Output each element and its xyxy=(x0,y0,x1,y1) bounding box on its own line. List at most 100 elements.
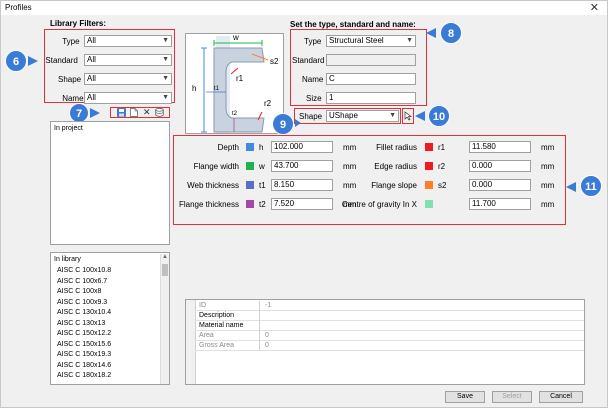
new-icon[interactable] xyxy=(130,108,138,117)
close-icon[interactable]: ✕ xyxy=(590,1,599,14)
diagram-label-h: h xyxy=(192,84,197,93)
in-project-label: In project xyxy=(54,125,83,132)
property-value[interactable]: -1 xyxy=(265,302,271,309)
badge-8: 8 xyxy=(440,22,462,44)
param-color-swatch xyxy=(425,143,433,151)
property-row: Gross Area 0 xyxy=(195,341,584,351)
param-symbol: t2 xyxy=(259,200,266,209)
standard-field[interactable] xyxy=(326,54,416,66)
type-select[interactable]: Structural Steel ▼ xyxy=(326,35,416,47)
property-separator xyxy=(259,341,260,351)
filter-label-name: Name xyxy=(62,94,84,103)
library-item[interactable]: AISC C 180x18.2 xyxy=(57,372,111,379)
filter-select-shape[interactable]: All ▼ xyxy=(84,73,172,85)
property-separator xyxy=(259,311,260,321)
param-value-field[interactable]: 0.000 xyxy=(469,160,531,172)
param-unit: mm xyxy=(541,181,555,190)
property-separator xyxy=(259,301,260,311)
filter-select-type[interactable]: All ▼ xyxy=(84,35,172,47)
chevron-down-icon: ▼ xyxy=(406,37,413,44)
library-item[interactable]: AISC C 150x12.2 xyxy=(57,330,111,337)
name-label: Name xyxy=(302,75,324,84)
param-symbol: r1 xyxy=(438,143,446,152)
filter-label-shape: Shape xyxy=(58,75,82,84)
param-value-field[interactable]: 8.150 xyxy=(271,179,333,191)
library-item[interactable]: AISC C 130x13 xyxy=(57,320,105,327)
library-item[interactable]: AISC C 100x9.3 xyxy=(57,299,107,306)
shape-select[interactable]: UShape ▼ xyxy=(326,110,399,122)
param-value-field[interactable]: 11.700 xyxy=(469,198,531,210)
chevron-down-icon: ▼ xyxy=(162,37,169,44)
save-button[interactable]: Save xyxy=(445,391,485,403)
size-label: Size xyxy=(306,94,322,103)
badge-7: 7 xyxy=(69,103,89,123)
param-symbol: t1 xyxy=(259,181,266,190)
shape-label: Shape xyxy=(299,112,323,121)
param-unit: mm xyxy=(343,181,357,190)
shape-select-value: UShape xyxy=(329,111,358,120)
param-label: Depth xyxy=(217,143,239,152)
standard-label: Standard xyxy=(292,56,325,65)
library-item[interactable]: AISC C 100x8 xyxy=(57,288,101,295)
property-row: Description xyxy=(195,311,584,321)
scrollbar-thumb[interactable] xyxy=(162,264,168,276)
param-label: Flange width xyxy=(193,162,239,171)
name-field[interactable]: C xyxy=(326,73,416,85)
property-row: ID -1 xyxy=(195,301,584,311)
property-separator xyxy=(259,321,260,331)
param-label: Web thickness xyxy=(187,181,239,190)
library-item[interactable]: AISC C 130x10.4 xyxy=(57,309,111,316)
param-label: Centre of gravity In X xyxy=(341,200,417,209)
select-button[interactable]: Select xyxy=(492,391,532,403)
badge-11-arrow xyxy=(566,182,576,192)
property-separator xyxy=(259,331,260,341)
property-key: Description xyxy=(199,312,235,319)
window-title: Profiles xyxy=(5,3,32,12)
size-field[interactable]: 1 xyxy=(326,92,416,104)
property-value[interactable]: 0 xyxy=(265,332,269,339)
pick-cursor-icon[interactable] xyxy=(404,111,413,121)
param-value-field[interactable]: 11.580 xyxy=(469,141,531,153)
badge-6: 6 xyxy=(5,50,27,72)
cancel-button[interactable]: Cancel xyxy=(539,391,583,403)
param-label: Flange thickness xyxy=(178,200,239,209)
param-value-field[interactable]: 7.520 xyxy=(271,198,333,210)
library-scrollbar[interactable]: ▲ xyxy=(160,254,169,384)
library-item[interactable]: AISC C 150x15.6 xyxy=(57,341,111,348)
badge-10: 10 xyxy=(428,105,450,127)
library-item[interactable]: AISC C 100x10.8 xyxy=(57,267,111,274)
param-value-field[interactable]: 43.700 xyxy=(271,160,333,172)
filter-label-standard: Standard xyxy=(45,56,78,65)
param-unit: mm xyxy=(541,162,555,171)
chevron-down-icon: ▼ xyxy=(162,94,169,101)
filter-select-name[interactable]: All ▼ xyxy=(84,92,172,104)
param-symbol: w xyxy=(259,162,265,171)
badge-7-arrow xyxy=(90,108,100,118)
library-item[interactable]: AISC C 150x19.3 xyxy=(57,351,111,358)
diagram-label-w: w xyxy=(233,33,239,42)
property-value[interactable]: 0 xyxy=(265,342,269,349)
in-library-list[interactable]: In library AISC C 100x10.8 AISC C 100x6.7… xyxy=(50,252,170,385)
in-library-label: In library xyxy=(54,256,81,263)
chevron-down-icon: ▼ xyxy=(162,75,169,82)
library-item[interactable]: AISC C 180x14.6 xyxy=(57,362,111,369)
library-filters-heading: Library Filters: xyxy=(50,19,107,28)
database-icon[interactable] xyxy=(155,108,164,117)
param-unit: mm xyxy=(541,200,555,209)
badge-10-arrow xyxy=(415,111,425,121)
scroll-up-icon[interactable]: ▲ xyxy=(162,254,168,260)
save-icon[interactable] xyxy=(117,108,126,117)
param-value-field[interactable]: 102.000 xyxy=(271,141,333,153)
library-item[interactable]: AISC C 100x6.7 xyxy=(57,278,107,285)
param-color-swatch xyxy=(246,200,254,208)
property-key: ID xyxy=(199,302,206,309)
in-project-list[interactable]: In project xyxy=(50,121,170,245)
delete-icon[interactable]: ✕ xyxy=(143,107,151,118)
chevron-down-icon: ▼ xyxy=(162,56,169,63)
param-color-swatch xyxy=(425,200,433,208)
diagram-label-t2: t2 xyxy=(232,111,238,117)
filter-select-value: All xyxy=(87,55,96,64)
param-value-field[interactable]: 0.000 xyxy=(469,179,531,191)
diagram-label-t1: t1 xyxy=(214,86,220,92)
filter-select-standard[interactable]: All ▼ xyxy=(84,54,172,66)
